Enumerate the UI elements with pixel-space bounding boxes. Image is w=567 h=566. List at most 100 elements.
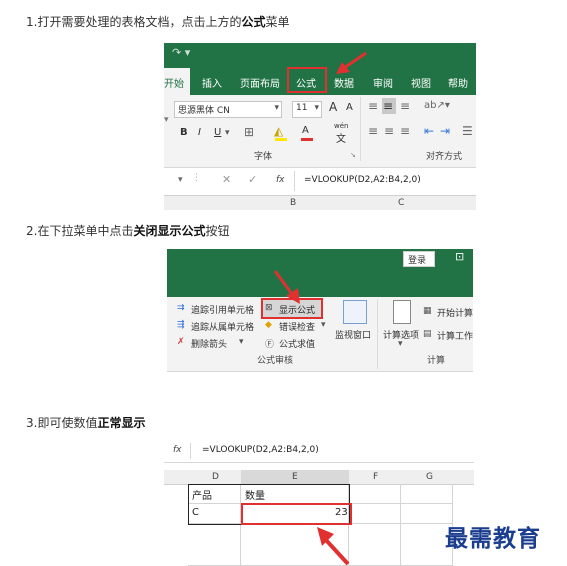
highlight-formulas-tab <box>287 67 327 93</box>
font-name-select[interactable]: 思源黑体 CN ▾ <box>174 101 282 118</box>
font-color-button[interactable]: A <box>302 125 309 136</box>
column-header-c[interactable]: C <box>398 198 404 208</box>
insert-function-icon[interactable]: fx <box>173 445 182 455</box>
phonetic-guide-label[interactable]: wén <box>334 122 348 130</box>
cell-g1[interactable] <box>401 484 453 504</box>
cell-d3[interactable] <box>188 524 241 566</box>
pointer-arrow-3 <box>317 527 350 566</box>
group-divider <box>360 97 361 161</box>
decrease-indent-icon[interactable]: ⇤ <box>424 124 434 138</box>
align-bottom-icon[interactable]: ≡ <box>400 99 410 113</box>
screenshot-ribbon-formulas: 登录 ⊡ ⇉ 追踪引用单元格 ⇶ 追踪从属单元格 ✗ 删除箭头 ▾ ⊠ 显示公式… <box>167 249 473 399</box>
tab-view[interactable]: 视图 <box>411 75 431 90</box>
borders-icon[interactable]: ⊞ <box>244 125 254 139</box>
chevron-down-icon: ▾ <box>225 128 230 138</box>
column-header-f[interactable]: F <box>373 472 378 482</box>
insert-function-icon[interactable]: fx <box>276 175 285 185</box>
formula-input[interactable]: =VLOOKUP(D2,A2:B4,2,0) <box>304 175 421 185</box>
highlight-result-cell <box>241 503 352 525</box>
underline-button[interactable]: U <box>214 127 221 138</box>
name-box-chevron-icon[interactable]: ▾ <box>178 175 183 185</box>
chevron-down-icon: ▾ <box>239 337 244 347</box>
title-bar: ↷ ▾ <box>164 43 476 65</box>
group-divider <box>377 299 378 369</box>
trace-precedents-button[interactable]: 追踪引用单元格 <box>191 303 254 316</box>
cell-d2-text: C <box>192 507 199 518</box>
ribbon-display-icon[interactable]: ⊡ <box>455 250 464 263</box>
cell-f2[interactable] <box>349 504 401 524</box>
chevron-down-icon: ▾ <box>274 103 279 113</box>
trace-dependents-icon: ⇶ <box>177 320 185 330</box>
chevron-down-icon: ▾ <box>314 103 319 113</box>
formula-input[interactable]: =VLOOKUP(D2,A2:B4,2,0) <box>202 445 319 455</box>
trace-precedents-icon: ⇉ <box>177 303 185 313</box>
shrink-font-button[interactable]: A <box>346 102 353 113</box>
calc-sheet-icon: ▤ <box>423 329 432 339</box>
tab-help[interactable]: 帮助 <box>448 75 468 90</box>
enter-icon[interactable]: ✓ <box>248 173 257 186</box>
align-middle-icon[interactable]: ≡ <box>383 99 393 113</box>
trace-dependents-button[interactable]: 追踪从属单元格 <box>191 320 254 333</box>
bold-button[interactable]: B <box>180 127 188 138</box>
group-audit-label: 公式审核 <box>257 356 294 366</box>
dialog-launcher-icon[interactable]: ↘ <box>350 151 356 159</box>
screenshot-ribbon-home: ↷ ▾ 开始 插入 页面布局 公式 数据 审阅 视图 帮助 思源黑体 CN ▾ … <box>164 43 476 210</box>
tab-insert[interactable]: 插入 <box>202 75 222 90</box>
chevron-down-icon: ▾ <box>321 320 326 330</box>
wrap-text-icon[interactable]: ☰ <box>462 124 473 138</box>
step1-caption: 1.打开需要处理的表格文档，点击上方的公式菜单 <box>26 15 290 29</box>
column-header-b[interactable]: B <box>290 198 296 208</box>
calc-now-button[interactable]: 开始计算 <box>437 306 473 319</box>
italic-button[interactable]: I <box>198 127 201 138</box>
tab-home[interactable]: 开始 <box>164 75 184 90</box>
tab-page-layout[interactable]: 页面布局 <box>240 75 280 90</box>
watermark: 最需教育 <box>445 525 541 552</box>
calc-now-icon: ▦ <box>423 306 432 316</box>
calc-options-icon <box>393 300 411 324</box>
group-align-label: 对齐方式 <box>426 152 463 162</box>
fill-color-swatch <box>275 138 287 141</box>
evaluate-formula-icon: Ⓕ <box>265 340 275 350</box>
collapse-left-icon[interactable]: ▾ <box>164 115 169 125</box>
align-left-icon[interactable]: ≡ <box>368 124 378 138</box>
column-header-d[interactable]: D <box>212 472 219 482</box>
grow-font-button[interactable]: A <box>329 100 337 114</box>
pointer-arrow-1 <box>336 51 367 74</box>
login-button[interactable]: 登录 <box>403 251 435 267</box>
watch-window-button[interactable]: 监视窗口 <box>335 328 371 341</box>
font-size-select[interactable]: 11 ▾ <box>292 101 322 118</box>
fill-color-icon[interactable]: ◭ <box>274 124 283 138</box>
column-header-g[interactable]: G <box>426 472 433 482</box>
cell-d1-text: 产品 <box>192 491 212 502</box>
cell-e1-text: 数量 <box>245 491 265 502</box>
error-checking-button[interactable]: 错误检查 <box>279 320 315 333</box>
pointer-arrow-2 <box>273 270 300 304</box>
align-center-icon[interactable]: ≡ <box>384 124 394 138</box>
align-right-icon[interactable]: ≡ <box>400 124 410 138</box>
formula-divider <box>190 443 191 459</box>
group-font-label: 字体 <box>254 152 273 162</box>
tab-review[interactable]: 审阅 <box>373 75 393 90</box>
watch-window-icon <box>343 300 367 324</box>
group-calc-label: 计算 <box>427 356 446 366</box>
cancel-icon[interactable]: ✕ <box>222 173 231 186</box>
column-header-row <box>164 195 476 210</box>
calc-sheet-button[interactable]: 计算工作 <box>437 329 473 342</box>
align-top-icon[interactable]: ≡ <box>368 99 378 113</box>
more-icon: ⋮ <box>192 173 201 183</box>
step3-caption: 3.即可使数值正常显示 <box>26 416 146 430</box>
increase-indent-icon[interactable]: ⇥ <box>440 124 450 138</box>
redo-icon[interactable]: ↷ ▾ <box>172 46 190 59</box>
orientation-icon[interactable]: ab↗▾ <box>424 100 450 111</box>
column-header-e[interactable]: E <box>292 472 298 482</box>
cell-f3[interactable] <box>349 524 401 566</box>
phonetic-guide-char: 文 <box>336 134 346 145</box>
error-checking-icon: ◆ <box>265 320 272 330</box>
cell-f1[interactable] <box>349 484 401 504</box>
evaluate-formula-button[interactable]: 公式求值 <box>279 337 315 350</box>
formula-bar-area <box>167 371 473 399</box>
chevron-down-icon: ▾ <box>398 339 403 349</box>
formula-divider <box>294 171 295 191</box>
remove-arrows-icon: ✗ <box>177 337 185 347</box>
remove-arrows-button[interactable]: 删除箭头 <box>191 337 227 350</box>
